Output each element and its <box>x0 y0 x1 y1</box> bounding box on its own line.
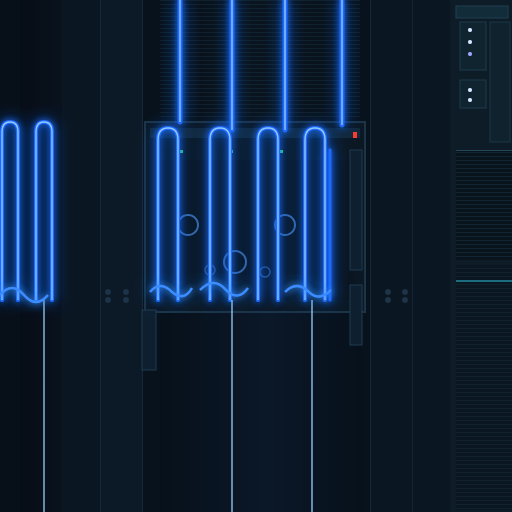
central-chassis <box>141 121 366 371</box>
status-led <box>468 98 472 102</box>
activity-led <box>280 150 283 153</box>
alert-led <box>353 132 357 138</box>
status-led <box>468 28 472 32</box>
cable-loop <box>34 119 54 302</box>
server-rack-illustration <box>0 0 512 512</box>
server-rack-scene <box>0 0 512 512</box>
status-led <box>468 40 472 44</box>
vent-grille <box>160 0 360 120</box>
status-led <box>468 52 472 56</box>
activity-led <box>180 150 183 153</box>
right-equipment-panel <box>452 0 512 512</box>
status-led <box>468 88 472 92</box>
